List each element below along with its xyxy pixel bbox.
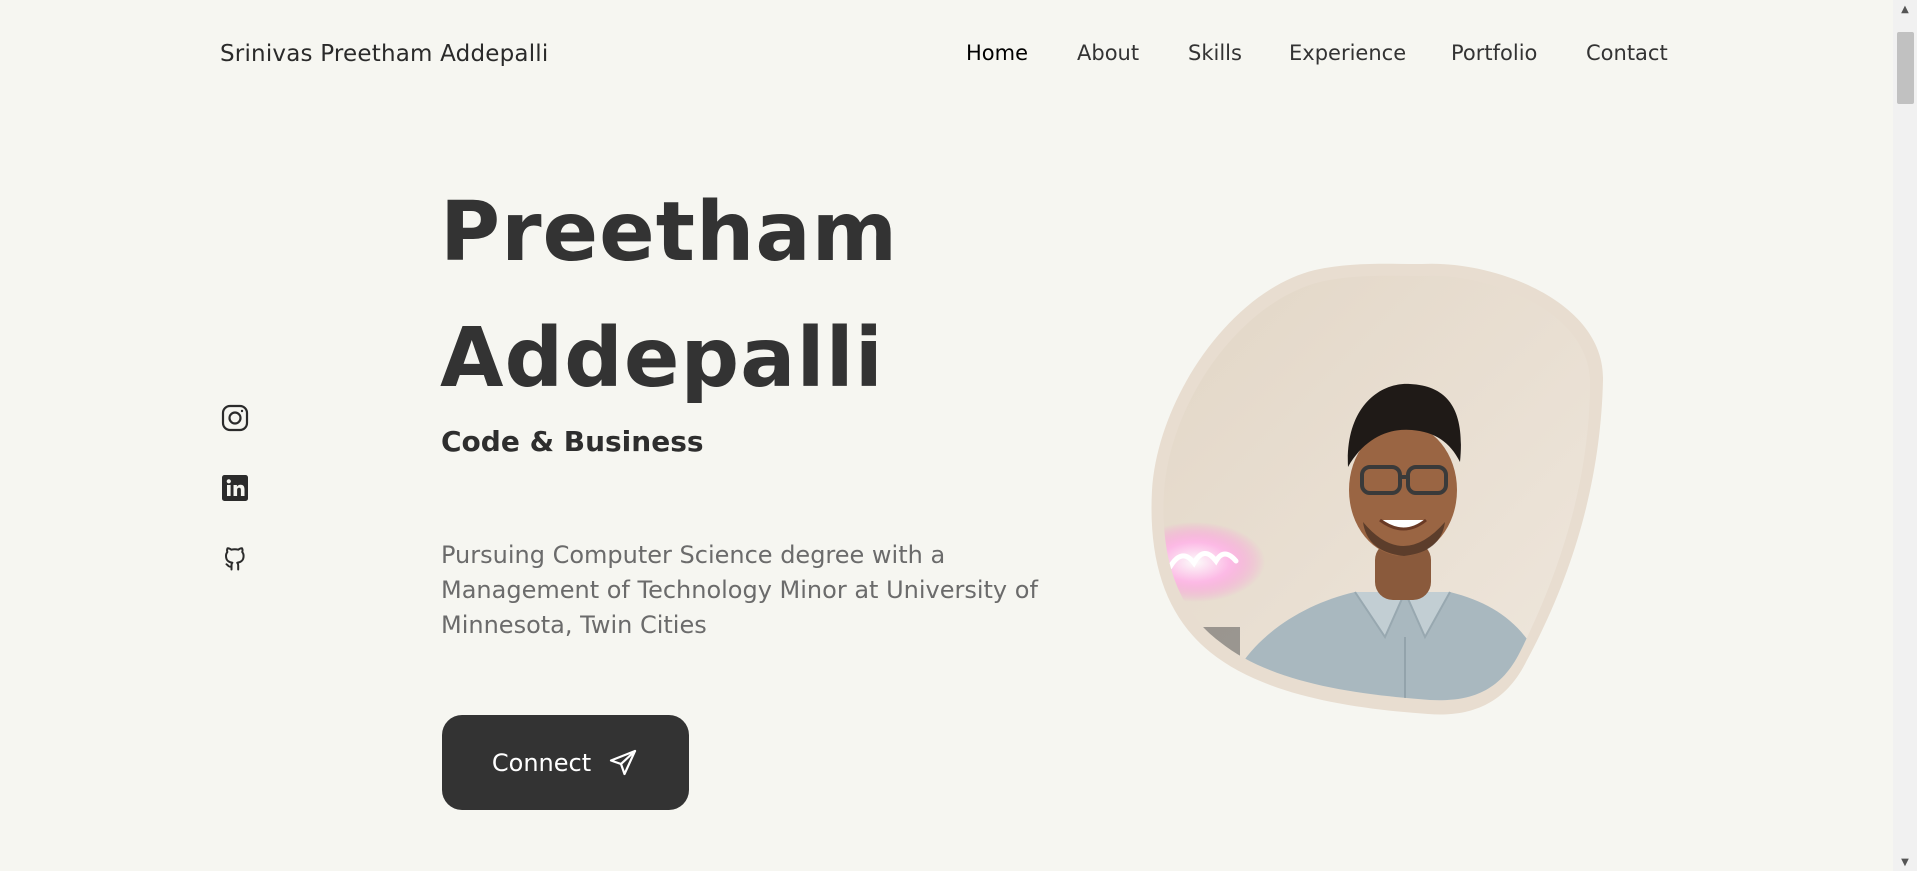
hero-subtitle: Code & Business [441, 425, 704, 458]
scroll-thumb[interactable] [1897, 32, 1914, 104]
instagram-icon[interactable] [220, 403, 250, 433]
page: Srinivas Preetham Addepalli Home About S… [0, 0, 1893, 871]
hero-description: Pursuing Computer Science degree with a … [441, 541, 1038, 639]
nav-about[interactable]: About [1077, 41, 1139, 65]
main-nav: Home About Skills Experience Portfolio C… [0, 41, 1893, 71]
hero-name-last: Addepalli [440, 311, 884, 406]
hero-name: Preetham Addepalli [440, 170, 1040, 422]
nav-portfolio[interactable]: Portfolio [1451, 41, 1537, 65]
nav-skills[interactable]: Skills [1188, 41, 1242, 65]
nav-contact[interactable]: Contact [1586, 41, 1668, 65]
linkedin-icon[interactable] [220, 473, 250, 503]
profile-photo [1151, 263, 1604, 715]
connect-button[interactable]: Connect [442, 715, 689, 810]
nav-experience[interactable]: Experience [1289, 41, 1406, 65]
send-icon [610, 749, 637, 775]
scroll-up-arrow-icon[interactable]: ▲ [1893, 0, 1917, 18]
connect-button-label: Connect [491, 748, 592, 777]
hero-name-first: Preetham [440, 185, 899, 280]
page-scrollbar[interactable]: ▲ ▼ [1893, 0, 1917, 871]
github-icon[interactable] [220, 543, 250, 573]
nav-home[interactable]: Home [966, 41, 1028, 65]
scroll-down-arrow-icon[interactable]: ▼ [1893, 853, 1917, 871]
